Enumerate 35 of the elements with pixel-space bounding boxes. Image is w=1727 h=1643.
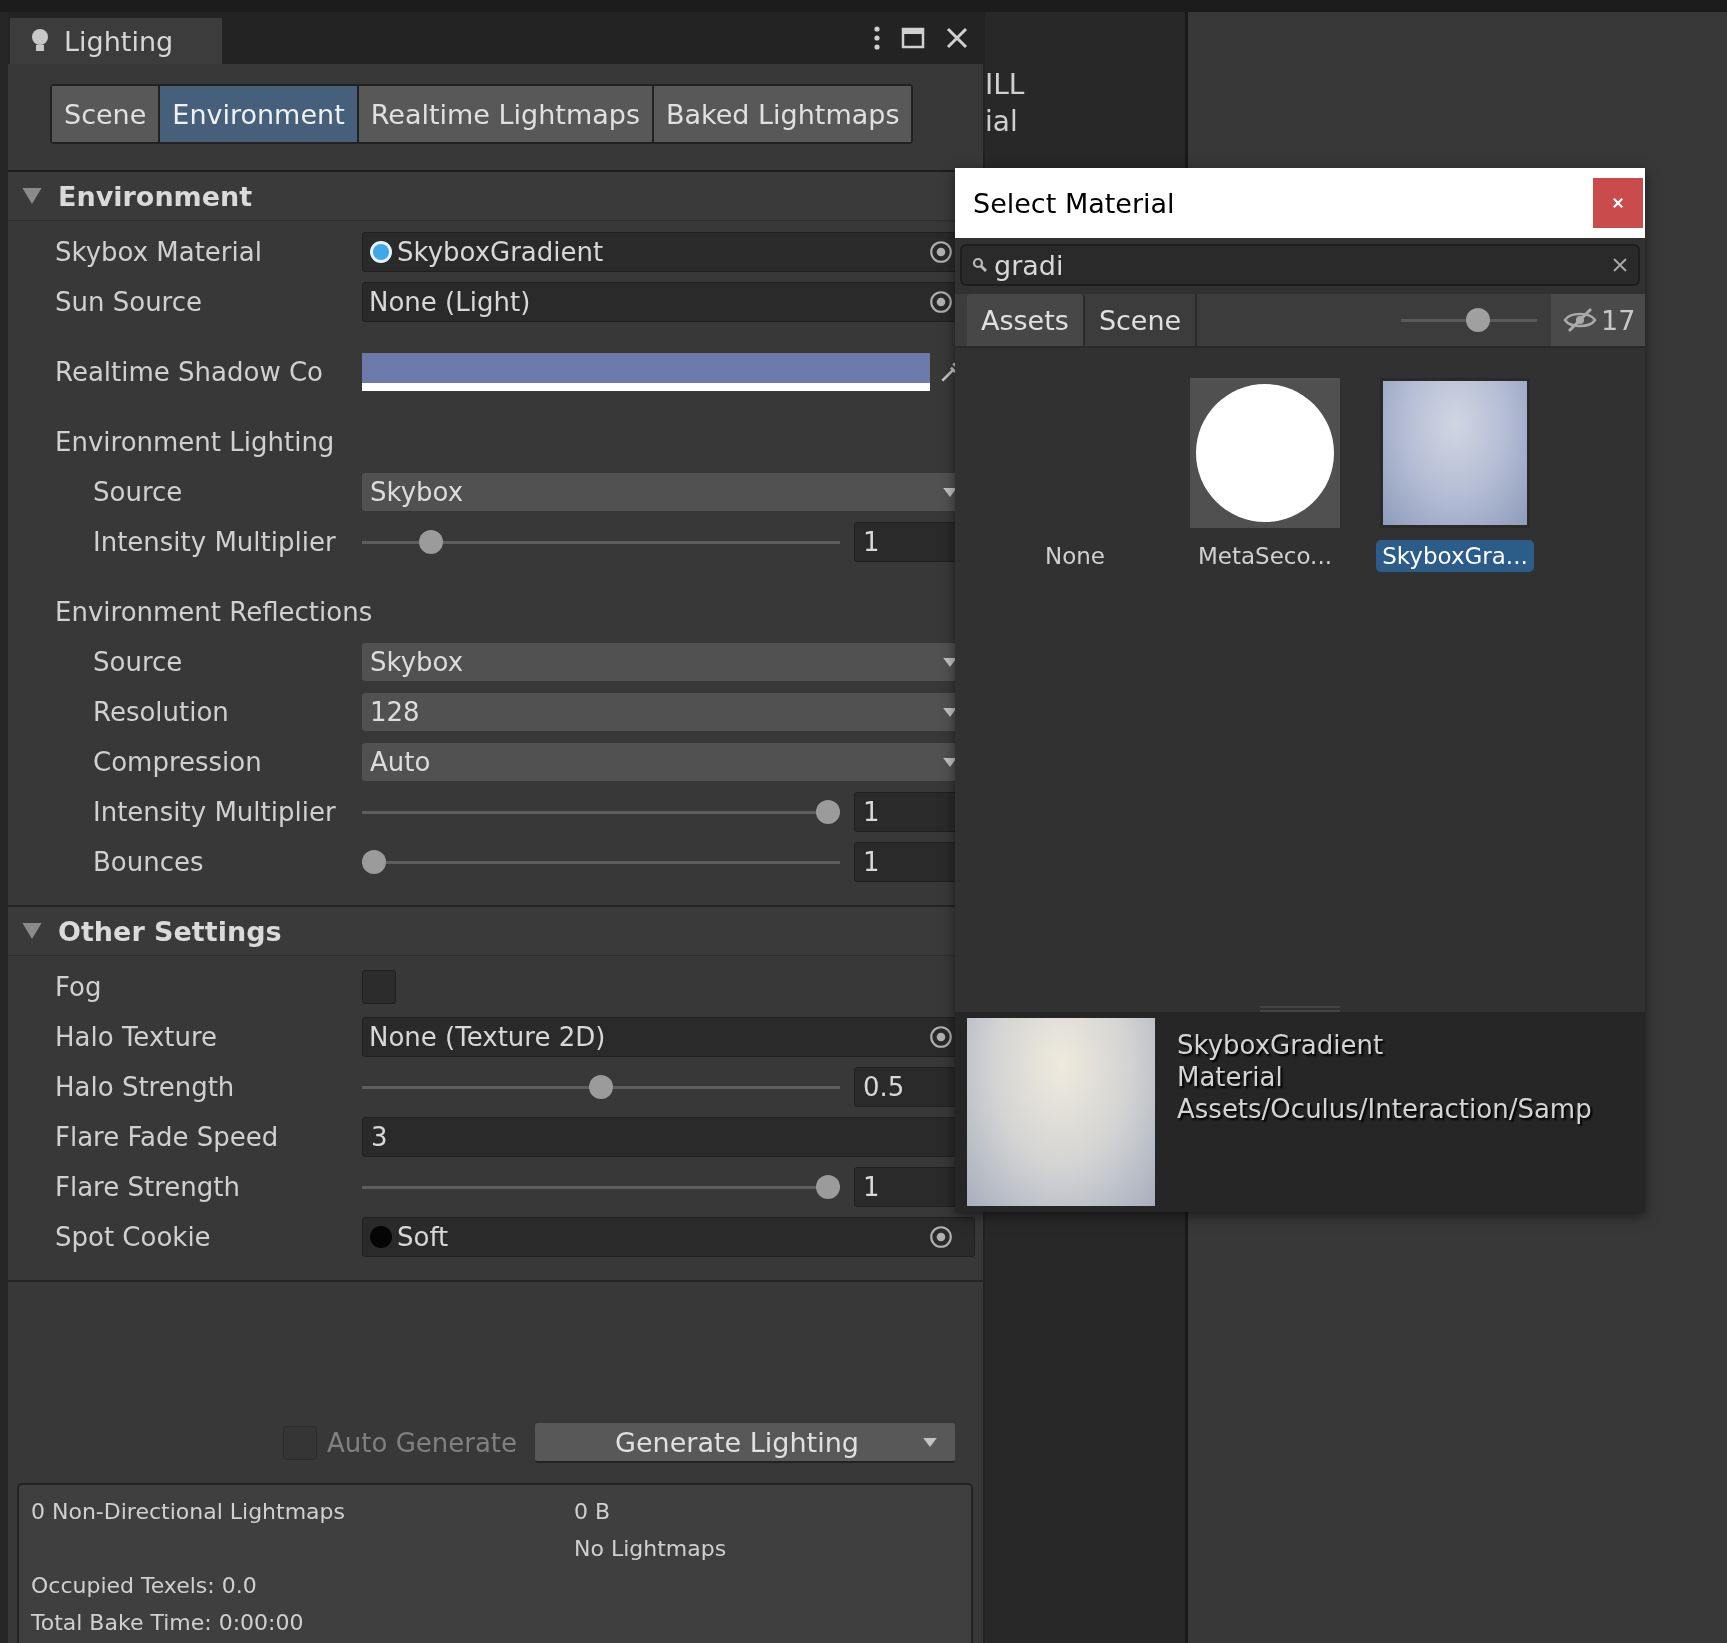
field-label: Intensity Multiplier	[93, 527, 337, 557]
field-label: Sun Source	[55, 287, 204, 317]
field-label: Halo Texture	[55, 1022, 219, 1052]
asset-name: SkyboxGradient	[1177, 1030, 1384, 1060]
field-label: Intensity Multiplier	[93, 797, 337, 827]
stat-text: 0 B	[574, 1499, 611, 1524]
field-label: Resolution	[93, 697, 230, 727]
field-label: Spot Cookie	[55, 1222, 212, 1252]
field-label: Flare Strength	[55, 1172, 241, 1202]
field-value: None (Light)	[369, 287, 531, 317]
field-label: Halo Strength	[55, 1072, 236, 1102]
stat-text: 0 Non-Directional Lightmaps	[31, 1499, 345, 1524]
field-label: Bounces	[93, 847, 205, 877]
field-label: Realtime Shadow Co	[55, 357, 324, 387]
asset-path: Assets/Oculus/Interaction/Samp	[1177, 1094, 1592, 1124]
stat-text: Total Bake Time: 0:00:00	[31, 1610, 304, 1635]
stat-text: Occupied Texels: 0.0	[31, 1573, 257, 1598]
field-label: Compression	[93, 747, 263, 777]
field-label: Source	[93, 477, 184, 507]
field-label: Flare Fade Speed	[55, 1122, 280, 1152]
field-label: Source	[93, 647, 184, 677]
section-title: Other Settings	[58, 915, 282, 947]
field-value: None (Texture 2D)	[369, 1022, 606, 1052]
checkbox-label: Auto Generate	[327, 1428, 518, 1458]
stat-text: No Lightmaps	[574, 1536, 727, 1561]
section-title: Environment	[58, 180, 253, 212]
group-heading: Environment Lighting	[54, 426, 335, 459]
field-label: Skybox Material	[55, 237, 263, 267]
field-label: Fog	[55, 972, 103, 1002]
background-text: ial	[985, 105, 1018, 138]
asset-type: Material	[1177, 1062, 1283, 1092]
background-text: ILL	[985, 68, 1025, 101]
field-value: Soft	[397, 1222, 449, 1252]
group-heading: Environment Reflections	[54, 596, 373, 629]
field-value: SkyboxGradient	[397, 237, 604, 267]
